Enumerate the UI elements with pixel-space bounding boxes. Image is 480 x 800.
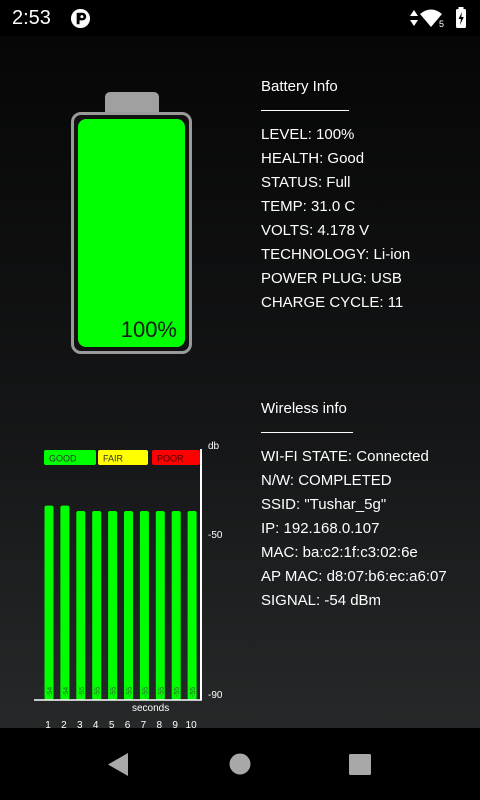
- wireless-info-panel: Wireless info WI-FI STATE: Connected N/W…: [261, 397, 447, 613]
- vibrate-icon: [410, 10, 418, 26]
- battery-info-title: Battery Info: [261, 78, 338, 95]
- bar-value-label: -55: [190, 687, 197, 697]
- wireless-info-ap-mac: AP MAC: d8:07:b6:ec:a6:07: [261, 568, 447, 585]
- wireless-info-divider: [261, 421, 447, 445]
- legend-label-good: GOOD: [49, 454, 77, 464]
- signal-bar: [187, 511, 197, 700]
- legend-label-fair: FAIR: [103, 454, 124, 464]
- battery-body: 100%: [71, 112, 192, 354]
- bar-value-label: -55: [95, 687, 102, 697]
- wireless-info-title: Wireless info: [261, 400, 347, 417]
- bar-value-label: -55: [79, 687, 86, 697]
- wireless-info-network: N/W: COMPLETED: [261, 472, 392, 489]
- wireless-info-mac: MAC: ba:c2:1f:c3:02:6e: [261, 544, 418, 561]
- battery-info-divider: [261, 99, 410, 123]
- battery-level-fill: [78, 119, 185, 347]
- navigation-bar: [0, 728, 480, 800]
- status-icons: 5: [410, 7, 466, 29]
- signal-bar: [155, 511, 165, 700]
- wireless-info-ip: IP: 192.168.0.107: [261, 520, 380, 537]
- battery-info-panel: Battery Info LEVEL: 100% HEALTH: Good ST…: [261, 75, 410, 315]
- legend-label-poor: POOR: [157, 454, 184, 464]
- bar-value-label: -55: [158, 687, 165, 697]
- bar-value-label: -54: [47, 687, 54, 697]
- bar-value-label: -54: [63, 687, 70, 697]
- battery-charging-icon: [456, 7, 466, 28]
- signal-5g-icon: 5: [439, 19, 444, 29]
- wireless-info-ssid: SSID: "Tushar_5g": [261, 496, 387, 513]
- battery-percent-label: 100%: [120, 317, 177, 342]
- signal-bar: [76, 511, 86, 700]
- battery-info-health: HEALTH: Good: [261, 150, 365, 167]
- y-axis-label: db: [208, 441, 220, 452]
- bar-value-label: -55: [127, 687, 134, 697]
- signal-strength-chart: GOOD FAIR POOR -54 -54 -55 -55 -55 -55 -55 -55 -55 -…: [34, 441, 223, 731]
- x-axis-label: seconds: [132, 703, 169, 714]
- home-icon[interactable]: [229, 753, 251, 775]
- signal-bar: [60, 505, 70, 700]
- battery-info-temp: TEMP: 31.0 C: [261, 198, 356, 215]
- signal-bar: [124, 511, 133, 700]
- y-tick-label: -90: [208, 690, 223, 701]
- battery-info-power-plug: POWER PLUG: USB: [261, 270, 402, 287]
- app-notification-icon: [70, 8, 91, 29]
- recents-icon[interactable]: [349, 754, 371, 775]
- wireless-info-wifi-state: WI-FI STATE: Connected: [261, 448, 429, 465]
- signal-bar: [108, 511, 118, 700]
- battery-info-volts: VOLTS: 4.178 V: [261, 222, 370, 239]
- y-tick-label: -50: [208, 530, 223, 541]
- bar-value-label: -55: [174, 687, 181, 697]
- wireless-info-signal: SIGNAL: -54 dBm: [261, 592, 382, 609]
- signal-bar: [139, 511, 149, 700]
- back-icon[interactable]: [108, 753, 128, 776]
- status-time: 2:53: [12, 7, 51, 29]
- battery-info-level: LEVEL: 100%: [261, 126, 355, 143]
- signal-bar: [92, 511, 102, 700]
- bar-value-label: -55: [142, 687, 149, 697]
- battery-info-charge-cycle: CHARGE CYCLE: 11: [261, 294, 404, 311]
- bar-value-label: -55: [111, 687, 118, 697]
- signal-bar: [44, 505, 54, 700]
- app-content: 100% Battery Info LEVEL: 100% HEALTH: Go…: [0, 36, 480, 731]
- battery-info-technology: TECHNOLOGY: Li-ion: [261, 246, 411, 263]
- battery-info-status: STATUS: Full: [261, 174, 351, 191]
- signal-bar: [171, 511, 181, 700]
- status-bar: 2:53 5: [0, 0, 480, 36]
